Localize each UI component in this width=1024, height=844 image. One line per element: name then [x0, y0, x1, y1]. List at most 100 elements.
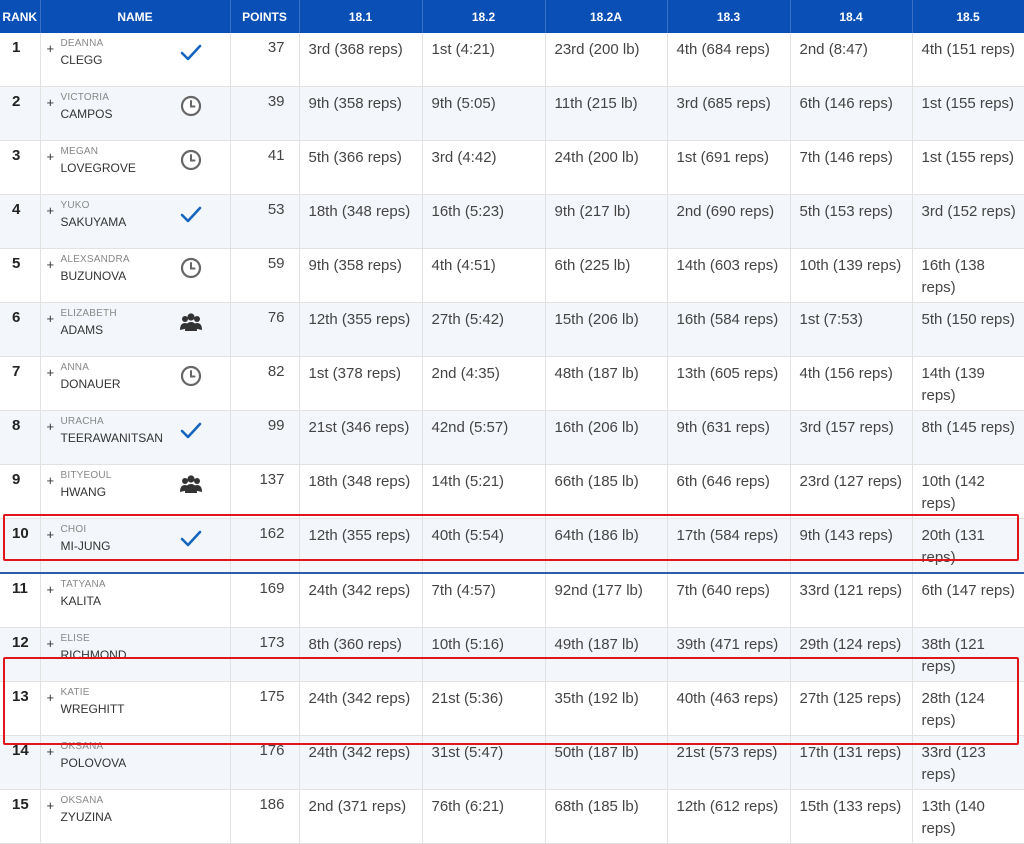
table-row[interactable]: 8 + URACHA TEERAWANITSAN 99 21st (346 re…: [0, 410, 1024, 465]
event-score-cell: 68th (185 lb): [545, 789, 668, 844]
expand-plus-icon[interactable]: +: [47, 798, 55, 813]
expand-plus-icon[interactable]: +: [47, 744, 55, 759]
col-event-header[interactable]: 18.2A: [545, 0, 668, 33]
event-score-cell: 13th (140 reps): [912, 789, 1024, 844]
rank-cell: 4: [0, 194, 41, 249]
athlete-last-name[interactable]: CLEGG: [61, 53, 103, 67]
expand-plus-icon[interactable]: +: [47, 203, 55, 218]
athlete-cell: + ALEXSANDRA BUZUNOVA: [40, 248, 231, 303]
athlete-last-name[interactable]: ZYUZINA: [61, 810, 112, 824]
athlete-last-name[interactable]: DONAUER: [61, 377, 121, 391]
table-row[interactable]: 12 + ELISE RICHMOND 173 8th (360 reps) 1…: [0, 627, 1024, 682]
athlete-last-name[interactable]: RICHMOND: [61, 648, 127, 662]
athlete-last-name[interactable]: CAMPOS: [61, 107, 113, 121]
table-row[interactable]: 13 + KATIE WREGHITT 175 24th (342 reps) …: [0, 681, 1024, 736]
athlete-first-name[interactable]: OKSANA: [61, 795, 104, 806]
event-score-cell: 9th (631 reps): [667, 410, 791, 465]
event-score-cell: 4th (4:51): [422, 248, 546, 303]
athlete-first-name[interactable]: ANNA: [61, 362, 90, 373]
event-score-cell: 8th (360 reps): [299, 627, 423, 682]
table-row[interactable]: 9 + BITYEOUL HWANG 137 18th (348 reps) 1…: [0, 464, 1024, 519]
event-score-cell: 6th (225 lb): [545, 248, 668, 303]
rank-cell: 1: [0, 33, 41, 87]
clock-icon: [178, 149, 204, 171]
athlete-first-name[interactable]: URACHA: [61, 416, 104, 427]
table-row[interactable]: 10 + CHOI MI-JUNG 162 12th (355 reps) 40…: [0, 518, 1024, 574]
col-event-header[interactable]: 18.2: [422, 0, 546, 33]
athlete-first-name[interactable]: VICTORIA: [61, 92, 110, 103]
col-event-header[interactable]: 18.3: [667, 0, 791, 33]
table-row[interactable]: 7 + ANNA DONAUER 82 1st (378 reps) 2nd (…: [0, 356, 1024, 411]
table-row[interactable]: 5 + ALEXSANDRA BUZUNOVA 59 9th (358 reps…: [0, 248, 1024, 303]
athlete-last-name[interactable]: TEERAWANITSAN: [61, 431, 163, 445]
athlete-first-name[interactable]: KATIE: [61, 687, 90, 698]
athlete-last-name[interactable]: BUZUNOVA: [61, 269, 127, 283]
athlete-first-name[interactable]: DEANNA: [61, 38, 104, 49]
col-event-header[interactable]: 18.1: [299, 0, 423, 33]
check-icon: [178, 203, 204, 225]
athlete-last-name[interactable]: MI-JUNG: [61, 539, 111, 553]
points-cell: 41: [230, 140, 300, 195]
expand-plus-icon[interactable]: +: [47, 419, 55, 434]
status-icon: [178, 636, 204, 658]
athlete-first-name[interactable]: CHOI: [61, 524, 87, 535]
event-score-cell: 21st (573 reps): [667, 735, 791, 790]
expand-plus-icon[interactable]: +: [47, 95, 55, 110]
athlete-first-name[interactable]: TATYANA: [61, 579, 106, 590]
rank-cell: 11: [0, 573, 41, 628]
table-row[interactable]: 2 + VICTORIA CAMPOS 39 9th (358 reps) 9t…: [0, 86, 1024, 141]
event-score-cell: 7th (4:57): [422, 573, 546, 628]
athlete-last-name[interactable]: KALITA: [61, 594, 101, 608]
event-score-cell: 35th (192 lb): [545, 681, 668, 736]
athlete-last-name[interactable]: SAKUYAMA: [61, 215, 127, 229]
expand-plus-icon[interactable]: +: [47, 690, 55, 705]
athlete-last-name[interactable]: POLOVOVA: [61, 756, 127, 770]
athlete-cell: + OKSANA ZYUZINA: [40, 789, 231, 844]
expand-plus-icon[interactable]: +: [47, 473, 55, 488]
expand-plus-icon[interactable]: +: [47, 257, 55, 272]
rank-cell: 3: [0, 140, 41, 195]
rank-cell: 10: [0, 518, 41, 574]
table-row[interactable]: 15 + OKSANA ZYUZINA 186 2nd (371 reps) 7…: [0, 789, 1024, 844]
athlete-first-name[interactable]: ALEXSANDRA: [61, 254, 130, 265]
athlete-first-name[interactable]: YUKO: [61, 200, 90, 211]
col-event-header[interactable]: 18.5: [912, 0, 1024, 33]
col-name-header[interactable]: NAME: [40, 0, 231, 33]
col-rank-header[interactable]: RANK: [0, 0, 41, 33]
table-row[interactable]: 11 + TATYANA KALITA 169 24th (342 reps) …: [0, 573, 1024, 628]
athlete-first-name[interactable]: ELISE: [61, 633, 90, 644]
expand-plus-icon[interactable]: +: [47, 41, 55, 56]
expand-plus-icon[interactable]: +: [47, 311, 55, 326]
athlete-last-name[interactable]: HWANG: [61, 485, 107, 499]
table-row[interactable]: 14 + OKSANA POLOVOVA 176 24th (342 reps)…: [0, 735, 1024, 790]
athlete-last-name[interactable]: ADAMS: [61, 323, 104, 337]
athlete-cell: + BITYEOUL HWANG: [40, 464, 231, 519]
event-score-cell: 9th (217 lb): [545, 194, 668, 249]
table-row[interactable]: 6 + ELIZABETH ADAMS 76 12th (355 reps) 2…: [0, 302, 1024, 357]
athlete-first-name[interactable]: OKSANA: [61, 741, 104, 752]
expand-plus-icon[interactable]: +: [47, 527, 55, 542]
col-event-header[interactable]: 18.4: [790, 0, 913, 33]
athlete-first-name[interactable]: ELIZABETH: [61, 308, 117, 319]
event-score-cell: 9th (5:05): [422, 86, 546, 141]
table-row[interactable]: 4 + YUKO SAKUYAMA 53 18th (348 reps) 16t…: [0, 194, 1024, 249]
athlete-first-name[interactable]: MEGAN: [61, 146, 99, 157]
table-row[interactable]: 3 + MEGAN LOVEGROVE 41 5th (366 reps) 3r…: [0, 140, 1024, 195]
points-cell: 76: [230, 302, 300, 357]
table-row[interactable]: 1 + DEANNA CLEGG 37 3rd (368 reps) 1st (…: [0, 33, 1024, 87]
event-score-cell: 16th (584 reps): [667, 302, 791, 357]
event-score-cell: 17th (584 reps): [667, 518, 791, 574]
expand-plus-icon[interactable]: +: [47, 636, 55, 651]
event-score-cell: 3rd (368 reps): [299, 33, 423, 87]
athlete-last-name[interactable]: WREGHITT: [61, 702, 125, 716]
col-points-header[interactable]: POINTS: [230, 0, 300, 33]
event-score-cell: 16th (138 reps): [912, 248, 1024, 303]
athlete-first-name[interactable]: BITYEOUL: [61, 470, 112, 481]
expand-plus-icon[interactable]: +: [47, 149, 55, 164]
expand-plus-icon[interactable]: +: [47, 582, 55, 597]
athlete-last-name[interactable]: LOVEGROVE: [61, 161, 136, 175]
event-score-cell: 2nd (371 reps): [299, 789, 423, 844]
points-cell: 186: [230, 789, 300, 844]
event-score-cell: 21st (5:36): [422, 681, 546, 736]
expand-plus-icon[interactable]: +: [47, 365, 55, 380]
